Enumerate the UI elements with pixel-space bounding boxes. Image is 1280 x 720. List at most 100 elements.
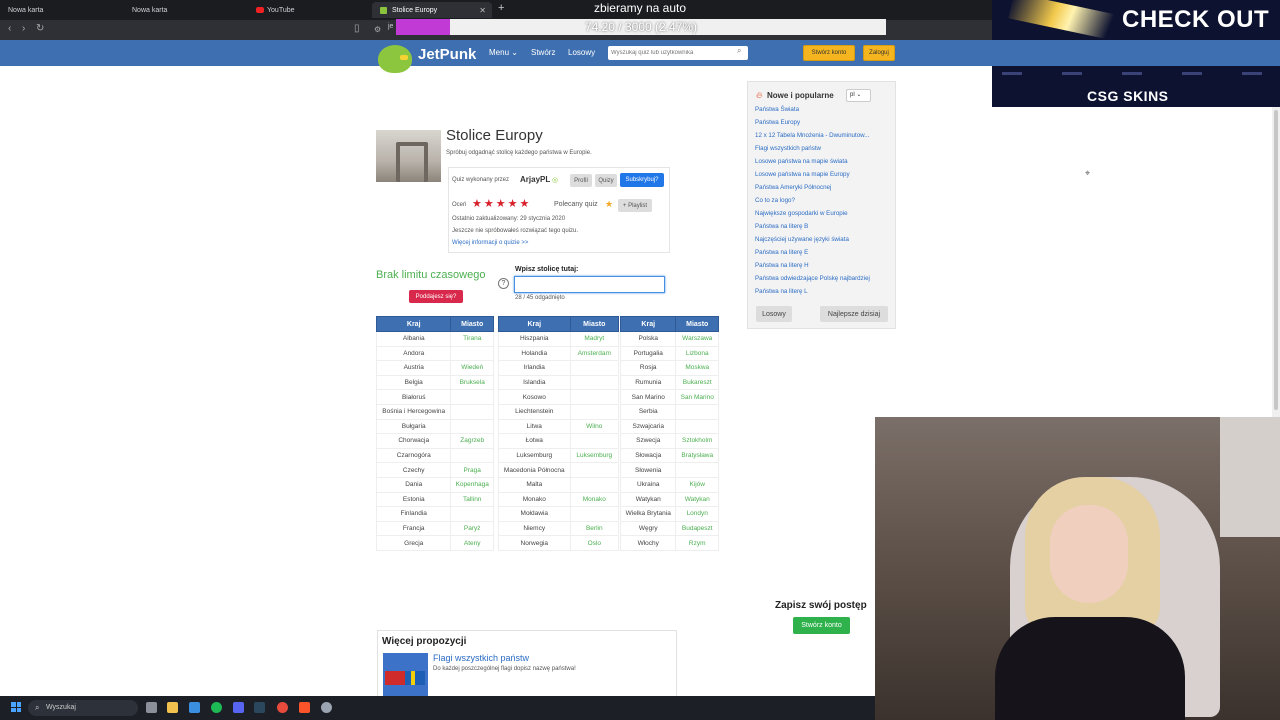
sidebar-quiz-link[interactable]: Państwa na literę B	[755, 223, 808, 230]
capital-cell: Budapeszt	[675, 521, 719, 537]
flags-thumbnail[interactable]	[383, 653, 428, 698]
bookmark-icon[interactable]: ▯	[354, 23, 360, 34]
search-icon: ⌕	[35, 703, 40, 712]
nav-menu[interactable]: Menu ⌄	[489, 48, 518, 57]
author-link[interactable]: ArjayPL	[520, 175, 550, 184]
star-icon[interactable]: ★	[496, 199, 506, 210]
jetpunk-logo[interactable]: JetPunk	[378, 44, 476, 74]
star-icon[interactable]: ★	[508, 199, 518, 210]
nav-create[interactable]: Stwórz	[531, 48, 555, 57]
sidebar-quiz-link[interactable]: Losowe państwa na mapie Europy	[755, 171, 850, 178]
file-explorer-icon[interactable]	[167, 702, 178, 713]
capital-cell	[569, 477, 620, 493]
obs-icon[interactable]	[277, 702, 288, 713]
forward-icon[interactable]: ›	[22, 23, 25, 34]
new-tab-button[interactable]: +	[498, 2, 504, 14]
country-cell: Austria	[375, 360, 452, 376]
sidebar-quiz-link[interactable]: Państwa na literę H	[755, 262, 809, 269]
streamer-face	[1050, 505, 1128, 603]
sidebar-quiz-link[interactable]: Największe gospodarki w Europie	[755, 210, 848, 217]
country-cell: Islandia	[498, 375, 571, 391]
col-capital: Miasto	[675, 316, 719, 332]
task-view-icon[interactable]	[146, 702, 157, 713]
best-today-button[interactable]: Najlepsze dzisiaj	[820, 306, 888, 322]
store-icon[interactable]	[189, 702, 200, 713]
language-select[interactable]: pl ⌄	[846, 89, 871, 102]
taskbar-search[interactable]: Wyszukaj	[28, 700, 138, 716]
help-icon[interactable]: ?	[498, 278, 509, 289]
sponsor-headline: CHECK OUT	[1122, 6, 1270, 33]
capital-cell	[450, 389, 494, 405]
capital-cell	[450, 404, 494, 420]
profile-button[interactable]: Profil	[570, 174, 592, 187]
tab-stolice-europy[interactable]: Stolice Europy ✕	[372, 2, 492, 18]
capital-cell	[569, 433, 620, 449]
login-button[interactable]: Zaloguj	[863, 45, 895, 61]
site-settings-icon[interactable]: ⚙	[374, 25, 381, 34]
sidebar-quiz-link[interactable]: Losowe państwa na mapie świata	[755, 158, 848, 165]
close-tab-icon[interactable]: ✕	[479, 6, 486, 15]
more-info-link[interactable]: Więcej informacji o quizie >>	[452, 240, 528, 246]
random-quiz-button[interactable]: Losowy	[756, 306, 792, 322]
country-cell: Czarnogóra	[375, 448, 452, 464]
sidebar-quiz-link[interactable]: Flagi wszystkich państw	[755, 145, 821, 152]
nav-label: Menu	[489, 48, 510, 57]
country-cell: Portugalia	[619, 346, 677, 362]
suggestion-link[interactable]: Flagi wszystkich państw	[433, 653, 529, 663]
sidebar-quiz-link[interactable]: Najczęściej używane języki świata	[755, 236, 849, 243]
subscribe-button[interactable]: Subskrybuj?	[620, 173, 664, 187]
capital-cell: Oslo	[569, 535, 620, 551]
table-row: Norwegia Oslo	[498, 535, 620, 551]
search-icon[interactable]: ⌕	[737, 46, 741, 56]
back-icon[interactable]: ‹	[8, 23, 11, 34]
tab-new-2[interactable]: Nowa karta	[124, 2, 248, 18]
create-account-button[interactable]: Stwórz konto	[803, 45, 855, 61]
settings-icon[interactable]	[321, 702, 332, 713]
capital-cell: Wiedeń	[450, 360, 494, 376]
sidebar-quiz-link[interactable]: Państwa odwiedzające Polskę najbardziej	[755, 275, 870, 282]
star-icon[interactable]: ★	[472, 199, 482, 210]
tab-new-1[interactable]: Nowa karta	[0, 2, 124, 18]
table-row: Białoruś	[375, 389, 494, 405]
recommended-label: Polecany quiz	[554, 201, 598, 208]
capital-cell: Kijów	[675, 477, 719, 493]
quizzes-button[interactable]: Quizy	[595, 174, 617, 187]
col-country: Kraj	[498, 316, 571, 332]
scrollbar-thumb[interactable]	[1274, 110, 1278, 410]
steam-icon[interactable]	[254, 702, 265, 713]
capital-cell	[569, 389, 620, 405]
table-row: Chorwacja Zagrzeb	[375, 433, 494, 449]
tab-youtube[interactable]: YouTube	[248, 2, 372, 18]
donation-progress-bar: 74.20 / 3000 (2.47%)	[396, 19, 886, 35]
recommended-star-icon[interactable]: ★	[605, 199, 613, 210]
table-row: Łotwa	[498, 433, 620, 449]
brave-browser-icon[interactable]	[299, 702, 310, 713]
tab-label: Nowa karta	[132, 6, 168, 14]
spotify-icon[interactable]	[211, 702, 222, 713]
capital-cell: Tallinn	[450, 492, 494, 508]
nav-random[interactable]: Losowy	[568, 48, 595, 57]
discord-icon[interactable]	[233, 702, 244, 713]
sidebar-quiz-link[interactable]: 12 x 12 Tabela Mnożenia - Dwuminutow...	[755, 132, 869, 139]
save-create-account-button[interactable]: Stwórz konto	[793, 617, 850, 634]
give-up-button[interactable]: Poddajesz się?	[409, 290, 463, 303]
rating-stars[interactable]: ★ ★ ★ ★ ★	[472, 199, 529, 210]
sidebar-quiz-link[interactable]: Państwa Ameryki Północnej	[755, 184, 831, 191]
sidebar-quiz-link[interactable]: Co to za logo?	[755, 197, 795, 204]
country-cell: Słowacja	[619, 448, 677, 464]
sidebar-quiz-link[interactable]: Państwa na literę L	[755, 288, 808, 295]
sidebar-quiz-link[interactable]: Państwa Świata	[755, 106, 799, 113]
playlist-button[interactable]: + Playlist	[618, 199, 652, 212]
windows-start-icon[interactable]	[11, 702, 21, 712]
sidebar-quiz-link[interactable]: Państwa Europy	[755, 119, 800, 126]
capital-cell: Moskwa	[675, 360, 719, 376]
star-icon[interactable]: ★	[484, 199, 494, 210]
table-row: Serbia	[619, 404, 719, 420]
capital-cell: Amsterdam	[569, 346, 620, 362]
star-icon[interactable]: ★	[520, 199, 530, 210]
search-input[interactable]	[608, 46, 748, 60]
sidebar-quiz-link[interactable]: Państwa na literę E	[755, 249, 808, 256]
tab-label: Nowa karta	[8, 6, 44, 14]
answer-input[interactable]	[514, 276, 665, 293]
reload-icon[interactable]: ↻	[36, 23, 44, 34]
